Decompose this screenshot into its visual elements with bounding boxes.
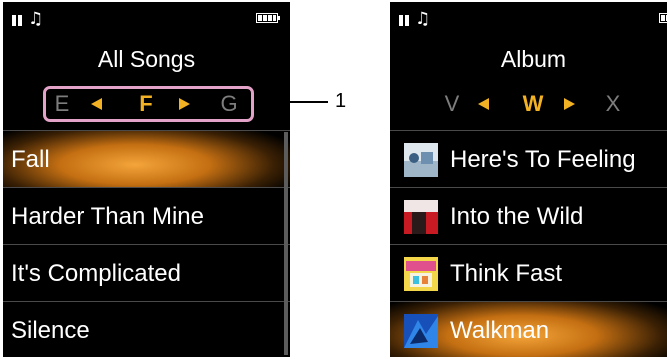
list-item[interactable]: It's Complicated: [3, 244, 290, 301]
alphabet-index[interactable]: V W X: [390, 86, 667, 122]
battery-icon: [659, 13, 667, 23]
page-title: All Songs: [97, 46, 196, 72]
index-current-letter: W: [522, 91, 544, 116]
all-songs-screen: ♫ All Songs E F G Fall Harder Than Mine …: [3, 2, 290, 357]
battery-icon: [256, 13, 280, 23]
music-note-icon: ♫: [415, 9, 431, 29]
album-art-icon: [404, 314, 438, 348]
list-item-label: Harder Than Mine: [11, 203, 204, 230]
index-prev-letter[interactable]: V: [437, 86, 467, 122]
list-item[interactable]: Silence: [3, 301, 290, 357]
album-art-icon: [404, 200, 438, 234]
list-item-label: Silence: [11, 317, 90, 344]
index-next-letter[interactable]: X: [598, 86, 628, 122]
list-item[interactable]: Walkman: [390, 301, 667, 357]
scrollbar[interactable]: [284, 132, 288, 355]
pause-icon: [12, 15, 23, 26]
page-title: Album: [500, 46, 567, 72]
music-note-icon: ♫: [28, 9, 44, 29]
list-item-label: Walkman: [450, 317, 550, 344]
index-prev-arrow-icon[interactable]: [478, 98, 489, 110]
index-next-arrow-icon[interactable]: [564, 98, 575, 110]
list-item[interactable]: Here's To Feeling: [390, 130, 667, 187]
status-bar: ♫: [3, 2, 290, 32]
list-item-label: Into the Wild: [450, 203, 584, 230]
callout-number: 1: [335, 90, 347, 112]
status-bar: ♫: [390, 2, 667, 32]
callout-line: [256, 101, 328, 103]
list-item[interactable]: Fall: [3, 130, 290, 187]
album-art-icon: [404, 257, 438, 291]
list-item[interactable]: Harder Than Mine: [3, 187, 290, 244]
list-item[interactable]: Think Fast: [390, 244, 667, 301]
album-art-icon: [404, 143, 438, 177]
list-item-label: Fall: [11, 146, 50, 173]
index-highlight-frame: [43, 86, 254, 122]
pause-icon: [399, 15, 410, 26]
list-item-label: It's Complicated: [11, 260, 181, 287]
list-item[interactable]: Into the Wild: [390, 187, 667, 244]
list-item-label: Think Fast: [450, 260, 563, 287]
list-item-label: Here's To Feeling: [450, 146, 636, 173]
album-screen: ♫ Album V W X Here's To Feeling Into the…: [390, 2, 667, 357]
